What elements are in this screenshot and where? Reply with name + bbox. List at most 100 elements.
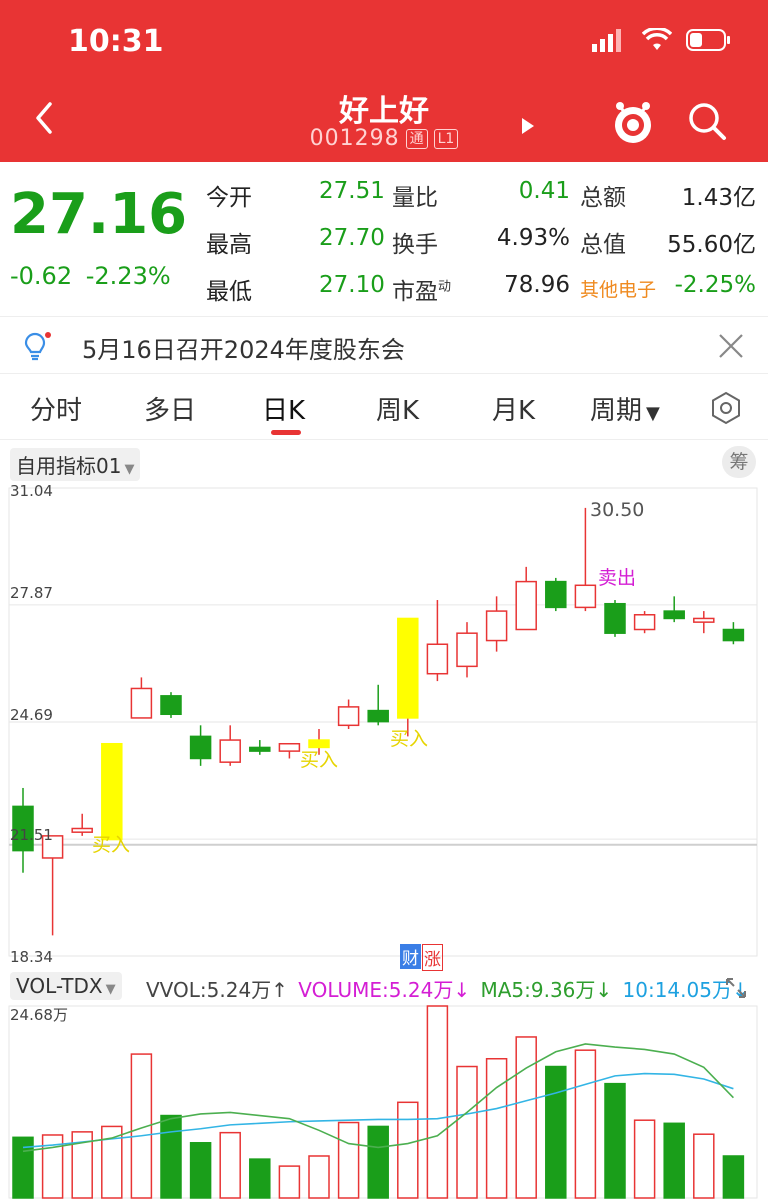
candle-body — [663, 610, 685, 620]
tab-daily-k[interactable]: 日K — [262, 390, 305, 427]
volume-indicator-bar: VOL-TDX ▼ VVOL:5.24万↑ VOLUME:5.24万↓ MA5:9… — [0, 968, 768, 1004]
chip-distribution-button[interactable]: 筹 — [722, 446, 756, 478]
chevron-down-icon: ▼ — [124, 462, 135, 477]
industry-link[interactable]: 其他电子 — [580, 275, 656, 302]
quote-value: 0.41 — [518, 178, 570, 204]
candle-body — [722, 628, 745, 642]
vvol-value: 5.24万↑ — [206, 978, 288, 1002]
candlestick-chart[interactable] — [0, 478, 768, 966]
candle-body — [693, 617, 715, 623]
finance-badge[interactable]: 财 — [400, 944, 421, 969]
candle-body — [574, 584, 597, 609]
volume-bar — [693, 1133, 715, 1199]
next-stock-icon[interactable] — [518, 116, 538, 136]
quote-value: 4.93% — [496, 225, 570, 251]
price-axis-label: 24.69 — [10, 706, 53, 724]
notice-bar[interactable]: 5月16日召开2024年度股东会 — [0, 316, 768, 374]
volume-label: VOLUME: — [298, 978, 389, 1002]
search-icon[interactable] — [686, 100, 728, 142]
buy-signal: 买入 — [390, 728, 429, 750]
mascot-icon[interactable] — [608, 98, 658, 148]
volume-bar — [722, 1155, 745, 1199]
candle-body — [485, 610, 508, 642]
candle-body — [101, 742, 123, 841]
wifi-icon — [642, 28, 672, 50]
price-axis-label: 21.51 — [10, 826, 53, 844]
candle-body — [515, 580, 537, 631]
signal-icon — [592, 29, 621, 52]
candle-body — [367, 709, 389, 723]
volume-bar — [456, 1065, 478, 1199]
app-header: 10:31 好上好 001298 通 L1 — [0, 0, 768, 162]
tab-period-label: 周期 — [590, 396, 643, 426]
candle-body — [426, 643, 449, 675]
volume-bar — [337, 1121, 360, 1199]
tab-weekly-k[interactable]: 周K — [376, 390, 419, 427]
change-percent: -2.23% — [85, 262, 171, 290]
volume-bar — [160, 1114, 182, 1199]
quote-panel: 27.16 -0.62 -2.23% 今开 27.51 量比 0.41 总额 1… — [0, 162, 768, 316]
pe-dynamic-sup: 动 — [438, 279, 452, 295]
volume-selector[interactable]: VOL-TDX ▼ — [10, 972, 122, 1000]
volume-bar — [545, 1065, 567, 1199]
tab-monthly-k[interactable]: 月K — [492, 390, 535, 427]
volume-bar — [189, 1142, 212, 1199]
volume-chart[interactable] — [0, 1004, 768, 1200]
settings-icon[interactable] — [708, 390, 744, 426]
price-axis-bottom: 18.34 — [10, 948, 53, 966]
quote-label: 总额 — [580, 185, 626, 211]
indicator-selector[interactable]: 自用指标01 ▼ — [10, 448, 141, 481]
status-time: 10:31 — [68, 24, 164, 59]
price-axis-label: 27.87 — [10, 584, 53, 602]
candle-body — [189, 735, 212, 760]
ma5-label: MA5: — [480, 978, 531, 1002]
candle-body — [604, 602, 626, 634]
volume-bar — [367, 1125, 389, 1199]
stock-code: 001298 — [309, 126, 400, 151]
quote-label: 今开 — [206, 185, 252, 211]
candle-body — [219, 739, 241, 763]
volume-readout: VVOL:5.24万↑ VOLUME:5.24万↓ MA5:9.36万↓ 10:… — [146, 974, 749, 1003]
candle-body — [130, 687, 153, 719]
volume-bar — [515, 1036, 537, 1199]
quote-label: 市盈动 — [392, 272, 451, 306]
high-price-label: 30.50 — [590, 499, 645, 521]
quote-value: 55.60亿 — [667, 232, 756, 258]
active-tab-indicator — [271, 430, 301, 435]
candle-body — [545, 580, 567, 609]
candle-body — [397, 617, 419, 719]
volume-selector-label: VOL-TDX — [16, 974, 103, 998]
tab-intraday[interactable]: 分时 — [30, 390, 82, 427]
candle-body — [633, 614, 656, 631]
ma5-value: 9.36万↓ — [530, 978, 613, 1002]
volume-bar — [278, 1165, 301, 1199]
current-price: 27.16 — [10, 182, 188, 247]
indicator-label: 自用指标01 — [16, 454, 122, 478]
chevron-down-icon: ▼ — [105, 982, 116, 997]
stock-tag-tong: 通 — [405, 128, 428, 149]
volume-bar — [397, 1101, 419, 1199]
quote-value: 27.51 — [319, 178, 385, 204]
quote-label: 最低 — [206, 279, 252, 305]
candle-body — [71, 827, 93, 833]
stock-tag-level: L1 — [433, 128, 459, 149]
volume-bar — [249, 1158, 271, 1199]
notice-text: 5月16日召开2024年度股东会 — [82, 336, 405, 364]
bulb-icon — [24, 332, 51, 361]
volume-bar — [663, 1122, 685, 1199]
pe-label: 市盈 — [392, 279, 438, 305]
tab-multi-day[interactable]: 多日 — [144, 390, 196, 427]
expand-icon[interactable] — [724, 976, 748, 1000]
close-icon[interactable] — [716, 331, 746, 361]
ma10-label: 10: — [622, 978, 655, 1002]
tab-period-dropdown[interactable]: 周期 ▼ — [590, 390, 660, 427]
industry-change: -2.25% — [674, 272, 756, 298]
volume-bar — [101, 1125, 123, 1199]
battery-icon — [686, 29, 730, 51]
quote-value: 27.70 — [319, 225, 385, 251]
candle-body — [278, 742, 301, 752]
price-axis-top: 31.04 — [10, 482, 53, 500]
quote-value: 27.10 — [319, 272, 385, 298]
limit-up-badge[interactable]: 涨 — [422, 944, 443, 971]
quote-label: 量比 — [392, 185, 438, 211]
